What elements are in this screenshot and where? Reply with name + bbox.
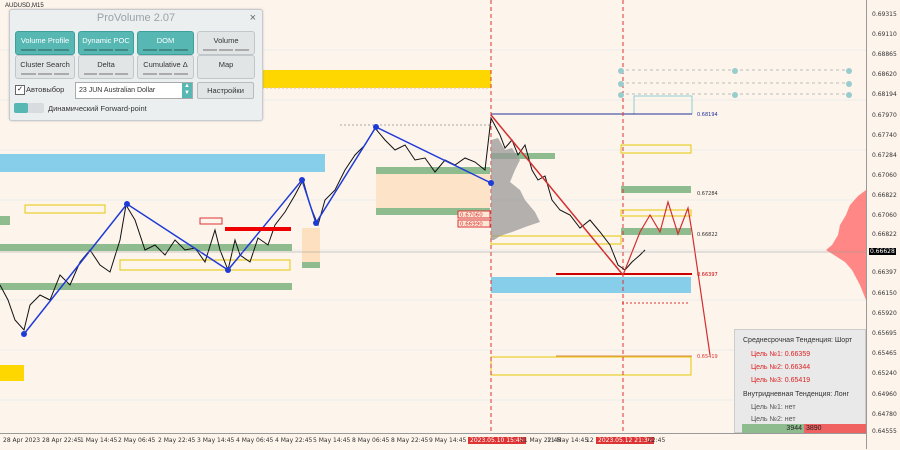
price-label: 0.65695 [872,330,897,337]
price-label: 0.68194 [872,91,897,98]
dom-label: DOM [156,36,175,45]
current-price-label: 0.66628 [869,248,896,255]
peach-zone-2 [302,228,320,262]
right-tag-3: 0.66822 [697,232,718,238]
price-label: 0.66397 [872,269,897,276]
blue-zone-top [0,154,325,172]
forward-point-label: Динамический Forward-point [48,104,147,113]
time-label-highlight: 2023.05.12 21:30 [596,437,654,444]
trend-info-box: Среднесрочная Тенденция: Шорт Цель №1: 0… [734,329,866,433]
right-tag-4: 0.66397 [697,272,718,278]
price-label: 0.64780 [872,411,897,418]
volume-button[interactable]: Volume [197,31,255,55]
green-zone-4 [0,283,292,290]
cumulative-delta-button[interactable]: Cumulative Δ [137,55,194,79]
contract-value: 23 JUN Australian Dollar [79,87,156,94]
mid-target-2: Цель №2: 0.66344 [751,364,811,371]
price-label: 0.66822 [872,192,897,199]
price-label: 0.66150 [872,290,897,297]
map-button[interactable]: Map [197,55,255,79]
price-label: 0.67970 [872,112,897,119]
red-bar [225,227,291,231]
buy-volume-bar: 3944 [742,424,804,433]
cumulative-delta-label: Cumulative Δ [143,60,188,69]
intra-target-1: Цель №1: нет [751,404,796,411]
price-label: 0.68865 [872,51,897,58]
volume-label: Volume [213,36,239,45]
yellow-zone [255,70,491,88]
price-label: 0.66822 [872,231,897,238]
price-label: 0.68620 [872,71,897,78]
intra-target-2: Цель №2: нет [751,416,796,423]
green-zone-5 [621,186,691,193]
time-label: 9 May 14:45 [429,437,467,444]
level-tag-1: 0.67060 [460,213,483,219]
price-axis[interactable] [866,0,900,449]
volume-profile-button[interactable]: Volume Profile [15,31,75,55]
price-label: 0.64960 [872,391,897,398]
delta-label: Delta [97,60,115,69]
time-label: 4 May 06:45 [236,437,274,444]
time-label: 4 May 22:45 [275,437,313,444]
price-label: 0.65920 [872,310,897,317]
price-label: 0.69315 [872,11,897,18]
intra-trend-title: Внутридневная Тенденция: Лонг [743,391,850,398]
time-label: 5 May 14:45 [313,437,351,444]
time-label: 8 May 22:45 [391,437,429,444]
right-profile [826,190,866,300]
green-zone-9 [0,216,10,225]
time-label: 3 May 14:45 [197,437,235,444]
mid-target-1: Цель №1: 0.66359 [751,351,811,358]
time-label: 11 May 14:45 [547,437,589,444]
time-label: 22:45 [648,437,666,444]
dynamic-poc-button[interactable]: Dynamic POC [78,31,134,55]
map-label: Map [218,60,234,69]
price-label: 0.67284 [872,152,897,159]
cluster-search-button[interactable]: Cluster Search [15,55,75,79]
price-label: 0.65465 [872,350,897,357]
blue-zone-bottom [491,277,691,293]
time-label: 2 May 06:45 [118,437,156,444]
mid-trend-title: Среднесрочная Тенденция: Шорт [743,337,853,344]
dom-button[interactable]: DOM [137,31,194,55]
cluster-search-label: Cluster Search [20,60,70,69]
dynamic-poc-label: Dynamic POC [82,36,130,45]
time-label: 1 May 14:45 [80,437,118,444]
yellow-zone-left [0,365,24,381]
time-label: 2 May 22:45 [158,437,196,444]
right-tag-1: 0.68194 [697,112,718,118]
right-tag-2: 0.67284 [697,191,718,197]
price-label: 0.67060 [872,172,897,179]
sell-volume-bar: 3890 [804,424,866,433]
time-label: 8 May 06:45 [352,437,390,444]
time-label: 28 Apr 2023 [3,437,41,444]
mid-target-3: Цель №3: 0.65419 [751,377,811,384]
peach-zone-1 [376,170,490,212]
green-zone-8 [302,262,320,268]
settings-button[interactable]: Настройки [197,82,254,99]
delta-button[interactable]: Delta [78,55,134,79]
price-label: 0.67740 [872,132,897,139]
close-icon[interactable]: × [250,12,256,24]
price-label: 0.67060 [872,212,897,219]
right-tag-5: 0.65419 [697,354,718,360]
panel-title: ProVolume 2.07 [96,12,176,24]
level-tag-2: 0.66990 [460,222,483,228]
time-label: 28 Apr 22:45 [42,437,82,444]
time-label-highlight: 2023.05.10 15:45 [468,437,526,444]
auto-select-label: Автовыбор [26,85,65,94]
forward-point-toggle[interactable] [14,103,44,113]
volume-profile-label: Volume Profile [20,36,70,45]
auto-select-checkbox[interactable]: ✓ [15,85,25,95]
price-label: 0.64555 [872,428,897,435]
price-label: 0.69110 [872,31,897,38]
chevron-updown-icon[interactable]: ▲ ▼ [182,83,192,98]
green-zone-1 [376,167,490,174]
price-label: 0.65240 [872,370,897,377]
contract-select[interactable]: 23 JUN Australian Dollar ▲ ▼ [75,82,193,99]
